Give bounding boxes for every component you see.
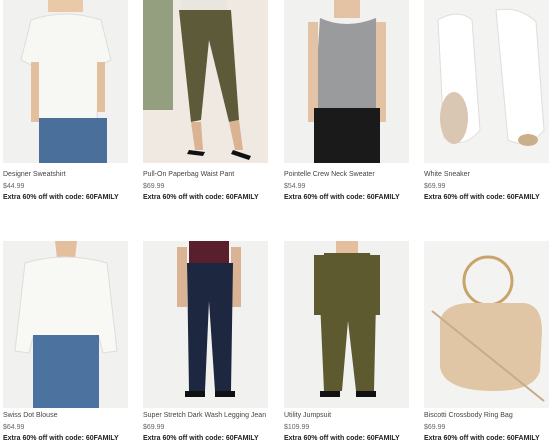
promo-text: Extra 60% off with code: 60FAMILY: [284, 194, 400, 201]
product-image-sweatshirt[interactable]: [3, 0, 128, 163]
product-name[interactable]: Utility Jumpsuit: [284, 411, 414, 420]
product-image-blouse[interactable]: [3, 241, 128, 408]
product-image-sneaker[interactable]: [424, 0, 549, 163]
promo-text: Extra 60% off with code: 60FAMILY: [424, 435, 540, 442]
promo-text: Extra 60% off with code: 60FAMILY: [143, 194, 259, 201]
product-name[interactable]: Pull-On Paperbag Waist Pant: [143, 170, 273, 179]
promo-text: Extra 60% off with code: 60FAMILY: [143, 435, 259, 442]
product-price: $69.99: [424, 183, 446, 190]
product-image-jumpsuit[interactable]: [284, 241, 409, 408]
product-price: $64.99: [3, 424, 25, 431]
product-name[interactable]: Pointelle Crew Neck Sweater: [284, 170, 414, 179]
product-card[interactable]: Biscotti Crossbody Ring Bag $69.99 Extra…: [424, 241, 550, 443]
product-price: $44.99: [3, 183, 25, 190]
product-image-pant[interactable]: [143, 0, 268, 163]
product-card[interactable]: Super Stretch Dark Wash Legging Jean $69…: [143, 241, 273, 443]
promo-text: Extra 60% off with code: 60FAMILY: [3, 194, 119, 201]
product-card[interactable]: Utility Jumpsuit $109.99 Extra 60% off w…: [284, 241, 414, 443]
promo-text: Extra 60% off with code: 60FAMILY: [284, 435, 400, 442]
product-name[interactable]: Designer Sweatshirt: [3, 170, 133, 179]
product-card[interactable]: Designer Sweatshirt $44.99 Extra 60% off…: [3, 0, 133, 202]
product-price: $69.99: [143, 424, 165, 431]
promo-text: Extra 60% off with code: 60FAMILY: [3, 435, 119, 442]
promo-text: Extra 60% off with code: 60FAMILY: [424, 194, 540, 201]
product-card[interactable]: Pointelle Crew Neck Sweater $54.99 Extra…: [284, 0, 414, 202]
product-card[interactable]: Pull-On Paperbag Waist Pant $69.99 Extra…: [143, 0, 273, 202]
product-price: $69.99: [424, 424, 446, 431]
product-name[interactable]: White Sneaker: [424, 170, 550, 179]
product-image-sweater[interactable]: [284, 0, 409, 163]
product-card[interactable]: White Sneaker $69.99 Extra 60% off with …: [424, 0, 550, 202]
product-name[interactable]: Biscotti Crossbody Ring Bag: [424, 411, 550, 420]
product-price: $54.99: [284, 183, 306, 190]
product-name[interactable]: Swiss Dot Blouse: [3, 411, 133, 420]
product-price: $109.99: [284, 424, 310, 431]
product-grid: Designer Sweatshirt $44.99 Extra 60% off…: [0, 0, 550, 445]
product-image-bag[interactable]: [424, 241, 549, 408]
product-price: $69.99: [143, 183, 165, 190]
product-card[interactable]: Swiss Dot Blouse $64.99 Extra 60% off wi…: [3, 241, 133, 443]
product-image-jean[interactable]: [143, 241, 268, 408]
product-name[interactable]: Super Stretch Dark Wash Legging Jean: [143, 411, 273, 420]
